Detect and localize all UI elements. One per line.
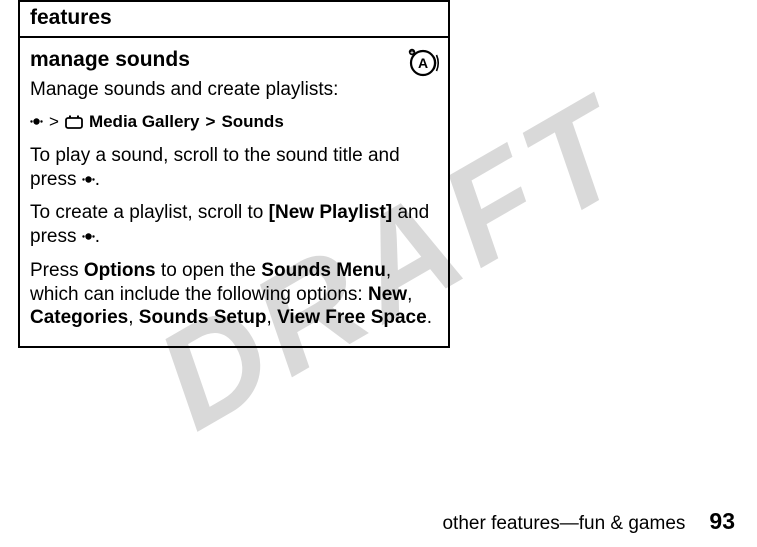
table-header-cell: features: [19, 1, 449, 37]
svg-text:+: +: [410, 50, 414, 56]
opt-new: New: [368, 284, 407, 305]
nav-media-gallery: Media Gallery: [89, 112, 200, 132]
play-text-b: .: [95, 169, 100, 190]
nav-gt-2: >: [206, 112, 216, 132]
playlist-c: .: [95, 226, 100, 247]
opt-free: View Free Space: [277, 307, 427, 328]
svg-text:A: A: [418, 55, 428, 71]
page-number: 93: [709, 508, 735, 535]
options-instruction: Press Options to open the Sounds Menu, w…: [30, 259, 438, 330]
footer-section: other features—fun & games: [442, 513, 685, 535]
nav-sounds: Sounds: [221, 112, 283, 132]
a-badge-icon: A +: [406, 46, 440, 80]
comma1: ,: [407, 284, 412, 305]
section-title: manage sounds: [30, 48, 438, 72]
features-table: features A + manage sounds Manage sounds: [18, 0, 450, 348]
options-period: .: [427, 307, 432, 328]
sounds-menu-label: Sounds Menu: [261, 260, 386, 281]
options-a: Press: [30, 260, 84, 281]
playlist-a: To create a playlist, scroll to: [30, 202, 269, 223]
comma3: ,: [267, 307, 278, 328]
page-footer: other features—fun & games 93: [442, 508, 735, 535]
nav-gt-1: >: [49, 112, 59, 132]
nav-path: > Media Gallery > Sounds: [30, 112, 438, 132]
table-header-text: features: [30, 6, 112, 29]
new-playlist-label: [New Playlist]: [269, 202, 393, 223]
opt-categories: Categories: [30, 307, 128, 328]
center-key-icon-3: [82, 230, 95, 243]
page-container: features A + manage sounds Manage sounds: [0, 0, 757, 547]
opt-setup: Sounds Setup: [139, 307, 267, 328]
intro-text: Manage sounds and create playlists:: [30, 78, 438, 102]
center-key-icon-2: [82, 173, 95, 186]
media-gallery-icon: [65, 115, 83, 129]
comma2: ,: [128, 307, 139, 328]
options-label: Options: [84, 260, 156, 281]
play-instruction: To play a sound, scroll to the sound tit…: [30, 144, 438, 192]
options-b: to open the: [156, 260, 262, 281]
center-key-icon: [30, 115, 43, 128]
playlist-instruction: To create a playlist, scroll to [New Pla…: [30, 201, 438, 249]
table-content-cell: A + manage sounds Manage sounds and crea…: [19, 37, 449, 347]
